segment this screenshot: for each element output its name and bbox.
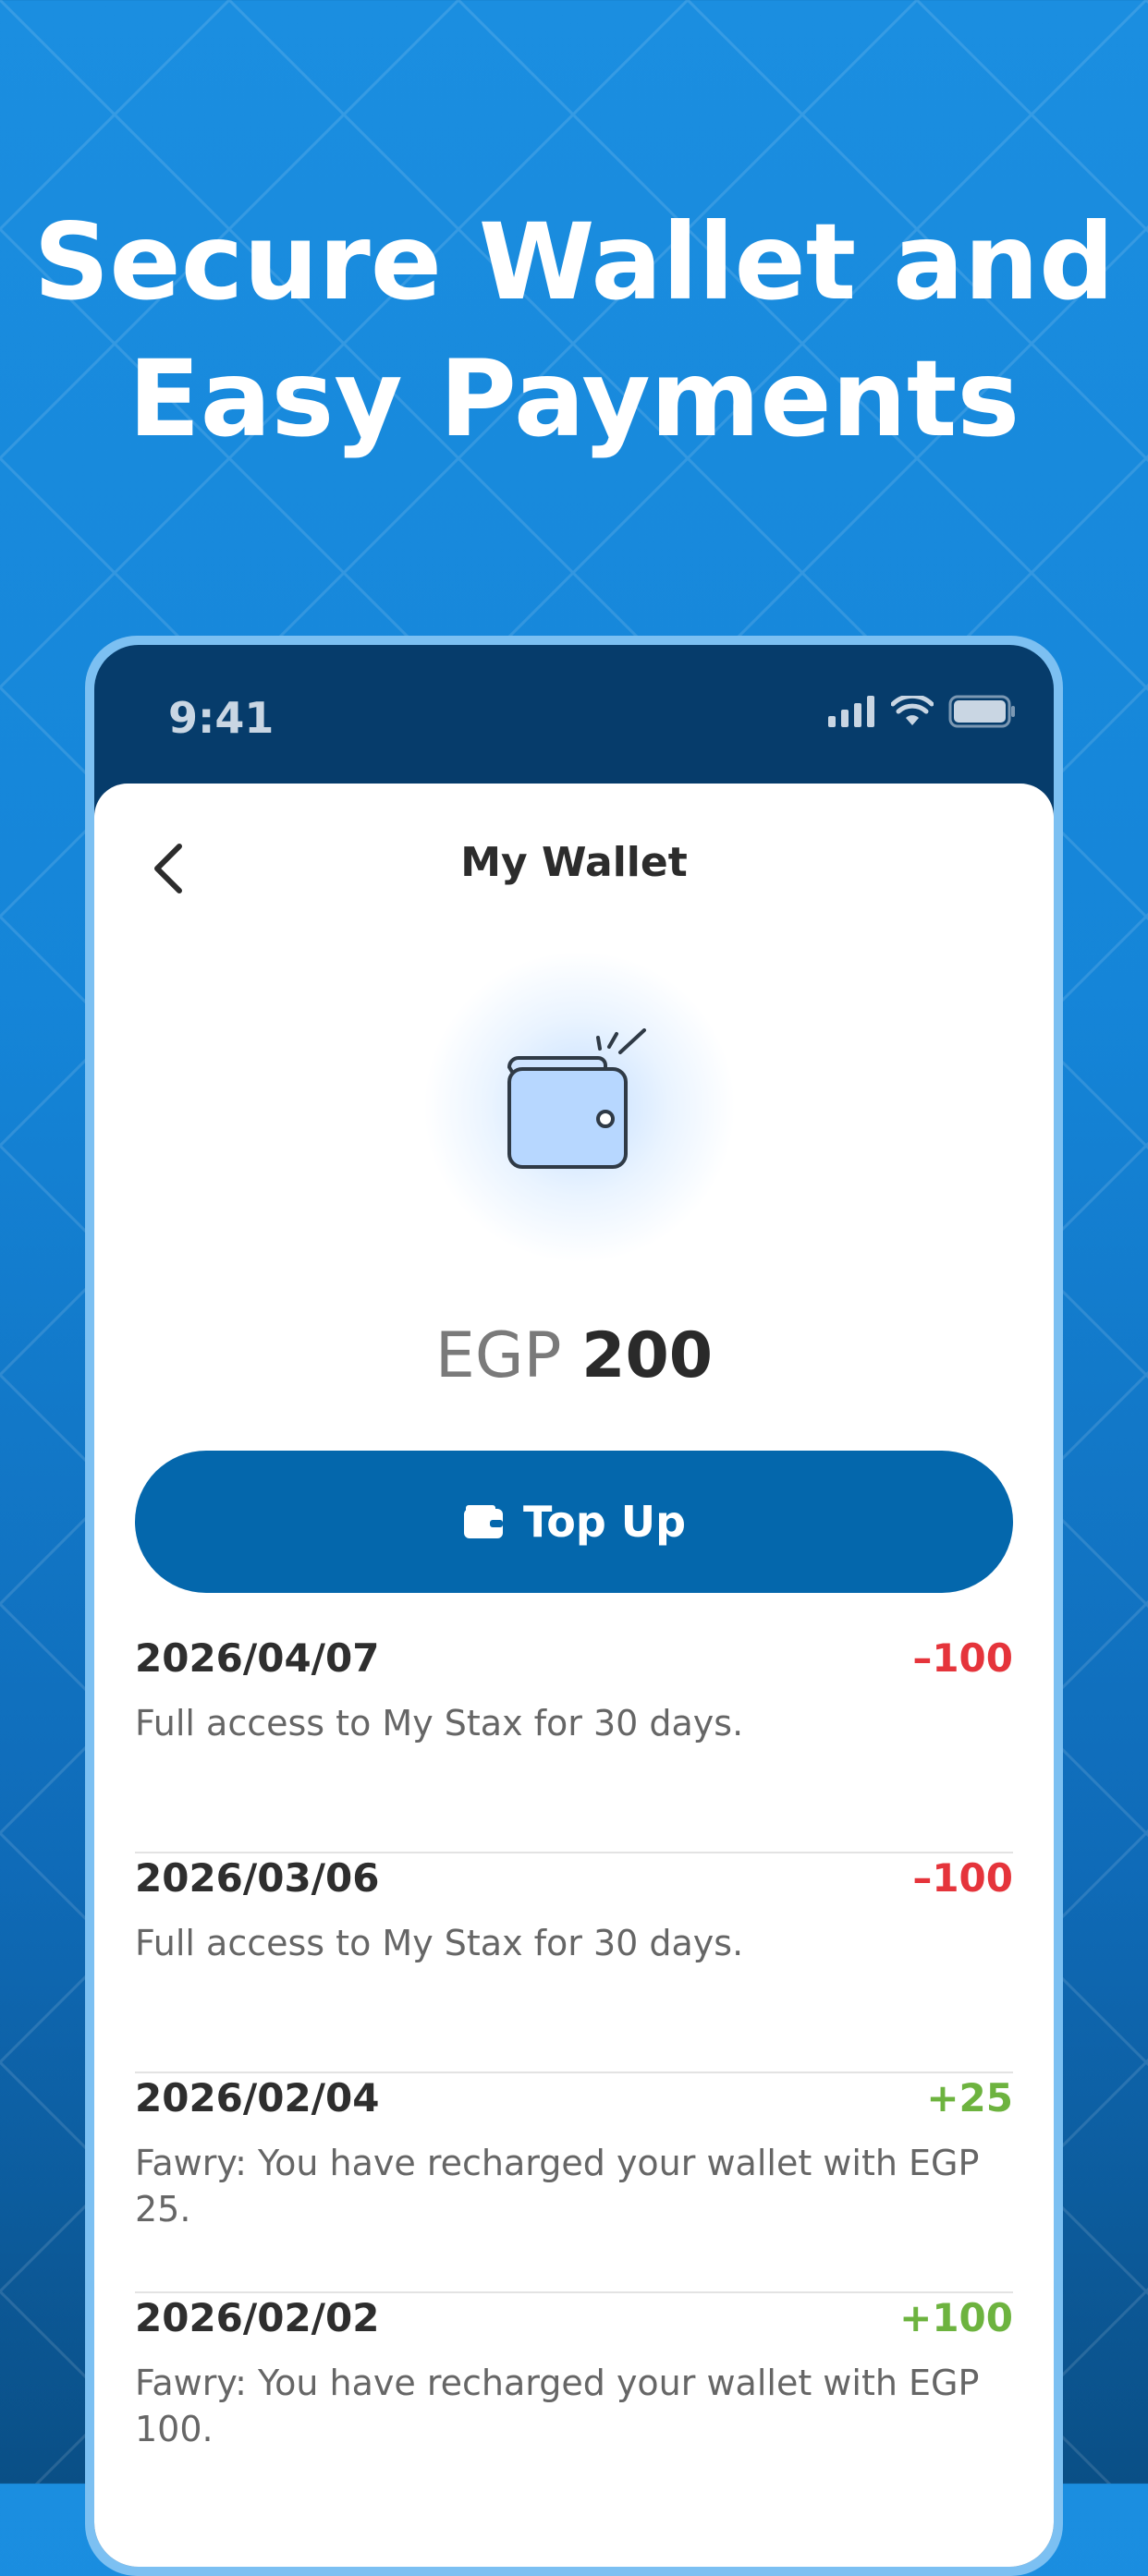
wallet-card-icon [463, 1505, 503, 1538]
transaction-row[interactable]: 2026/02/02 +100 Fawry: You have recharge… [135, 2293, 1013, 2513]
wallet-sheet: My Wallet EGP 200 Top Up 2026/04/07 –100… [94, 784, 1054, 2567]
page-title: My Wallet [460, 839, 688, 886]
transaction-list: 2026/04/07 –100 Full access to My Stax f… [135, 1634, 1013, 2513]
transaction-amount: –100 [912, 1855, 1013, 1901]
transaction-amount: –100 [912, 1635, 1013, 1681]
headline-line-2: Easy Payments [128, 337, 1020, 460]
wallet-balance: EGP 200 [94, 1319, 1054, 1392]
top-up-button[interactable]: Top Up [135, 1451, 1013, 1593]
transaction-amount: +25 [926, 2075, 1013, 2120]
transaction-row[interactable]: 2026/04/07 –100 Full access to My Stax f… [135, 1634, 1013, 1853]
transaction-date: 2026/02/04 [135, 2075, 380, 2120]
battery-icon [948, 695, 1015, 728]
signal-icon [828, 696, 874, 727]
status-time: 9:41 [168, 693, 275, 743]
transaction-amount: +100 [899, 2295, 1013, 2340]
transaction-description: Fawry: You have recharged your wallet wi… [135, 2143, 980, 2230]
balance-amount: 200 [581, 1319, 714, 1392]
wallet-illustration [422, 950, 737, 1264]
balance-currency: EGP [434, 1319, 562, 1392]
transaction-row[interactable]: 2026/02/04 +25 Fawry: You have recharged… [135, 2073, 1013, 2293]
headline: Secure Wallet and Easy Payments [0, 194, 1148, 468]
phone-screen: 9:41 My Wallet EGP 200 Top Up 2026/04/07… [94, 645, 1054, 2567]
nav-bar: My Wallet [94, 784, 1054, 950]
transaction-date: 2026/03/06 [135, 1855, 380, 1901]
status-bar: 9:41 [94, 645, 1054, 784]
headline-line-1: Secure Wallet and [33, 200, 1115, 323]
top-up-label: Top Up [522, 1497, 687, 1547]
transaction-description: Full access to My Stax for 30 days. [135, 1923, 744, 1963]
phone-frame: 9:41 My Wallet EGP 200 Top Up 2026/04/07… [85, 636, 1063, 2576]
transaction-date: 2026/04/07 [135, 1635, 380, 1681]
wallet-icon [507, 1028, 646, 1169]
transaction-description: Fawry: You have recharged your wallet wi… [135, 2363, 980, 2449]
transaction-date: 2026/02/02 [135, 2295, 380, 2340]
wifi-icon [891, 696, 934, 725]
transaction-description: Full access to My Stax for 30 days. [135, 1703, 744, 1744]
status-icons [826, 695, 1017, 728]
transaction-row[interactable]: 2026/03/06 –100 Full access to My Stax f… [135, 1853, 1013, 2073]
